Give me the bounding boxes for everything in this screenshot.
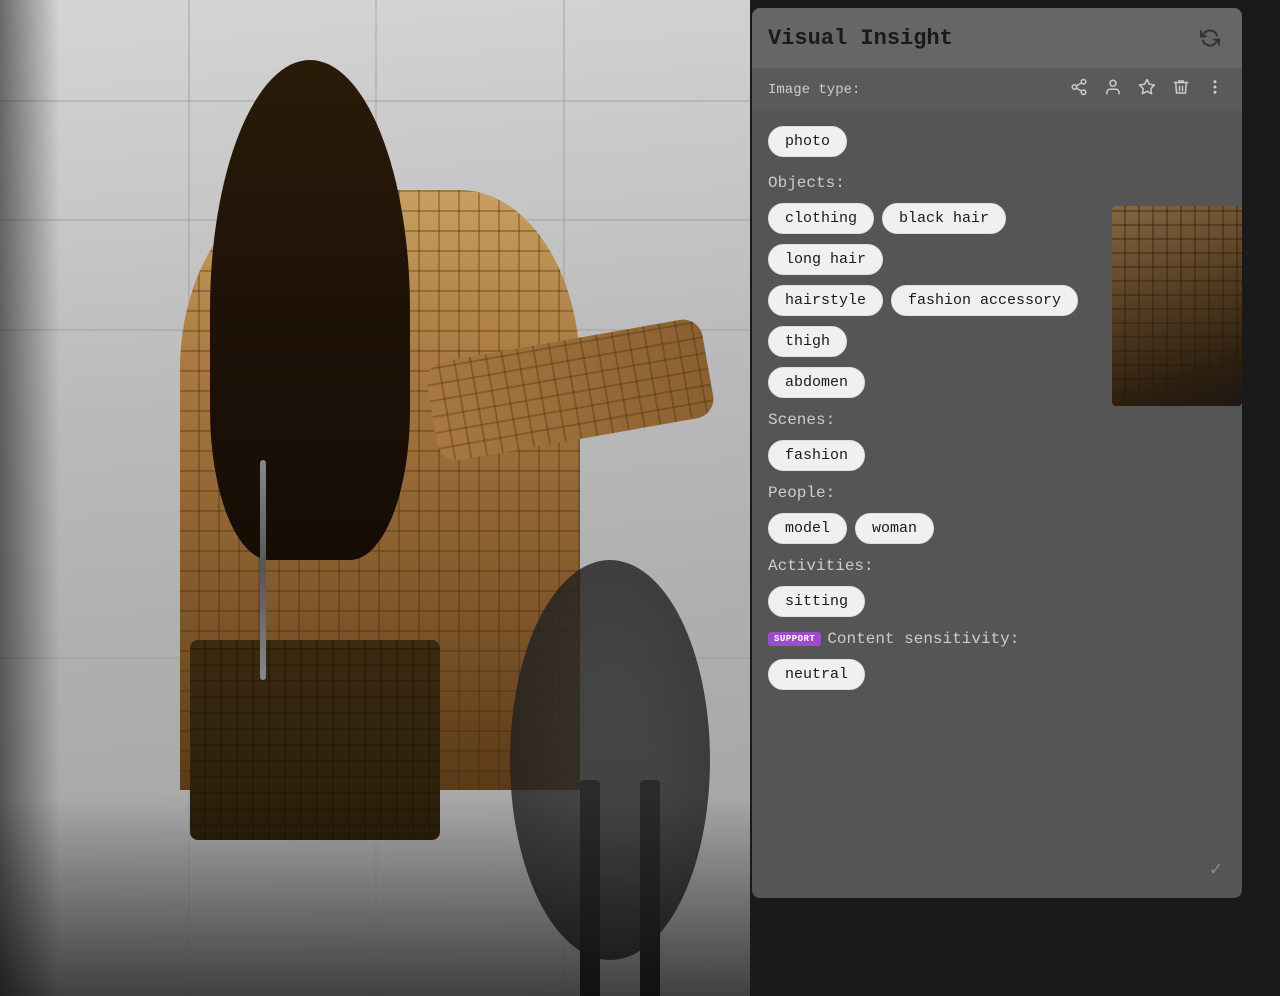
thumbnail-preview [1112, 206, 1242, 406]
people-tag-model[interactable]: model [768, 513, 847, 544]
people-tags-row: model woman [768, 510, 1092, 547]
sensitivity-tags-row: neutral [768, 656, 1092, 693]
objects-tags-row1: clothing black hair long hair [768, 200, 1092, 278]
checkmark-icon: ✓ [1210, 859, 1222, 882]
left-shadow [0, 0, 60, 996]
object-tag-hairstyle[interactable]: hairstyle [768, 285, 883, 316]
image-type-tag[interactable]: photo [768, 126, 847, 157]
support-badge: SUPPORT [768, 632, 821, 646]
thumbnail-image [1112, 206, 1242, 406]
scenes-label: Scenes: [768, 411, 1092, 429]
sensitivity-tag-neutral[interactable]: neutral [768, 659, 865, 690]
object-tag-fashion-accessory[interactable]: fashion accessory [891, 285, 1078, 316]
sensitivity-section: SUPPORT Content sensitivity: neutral [768, 630, 1092, 693]
activity-tag-sitting[interactable]: sitting [768, 586, 865, 617]
image-type-label: Image type: [768, 82, 860, 98]
scenes-section: Scenes: fashion [768, 411, 1092, 474]
star-icon[interactable] [1136, 76, 1158, 103]
objects-section: Objects: clothing black hair long hair h… [768, 174, 1092, 401]
toolbar: Image type: [752, 68, 1242, 111]
people-tag-woman[interactable]: woman [855, 513, 934, 544]
activities-section: Activities: sitting [768, 557, 1092, 620]
delete-icon[interactable] [1170, 76, 1192, 103]
objects-tags-row3: abdomen [768, 364, 1092, 401]
people-section: People: model woman [768, 484, 1092, 547]
panel-title: Visual Insight [768, 26, 953, 51]
object-tag-clothing[interactable]: clothing [768, 203, 874, 234]
people-label: People: [768, 484, 1092, 502]
toolbar-icons [1068, 76, 1226, 103]
object-tag-long-hair[interactable]: long hair [768, 244, 883, 275]
scenes-tags-row: fashion [768, 437, 1092, 474]
sensitivity-label: Content sensitivity: [827, 630, 1019, 648]
objects-tags-row2: hairstyle fashion accessory thigh [768, 282, 1092, 360]
checkmark-area: ✓ [1210, 856, 1222, 882]
activities-label: Activities: [768, 557, 1092, 575]
object-tag-abdomen[interactable]: abdomen [768, 367, 865, 398]
object-tag-thigh[interactable]: thigh [768, 326, 847, 357]
image-type-container: photo [768, 123, 1092, 160]
refresh-icon [1200, 28, 1220, 48]
scene-tag-fashion[interactable]: fashion [768, 440, 865, 471]
title-bar: Visual Insight [752, 8, 1242, 68]
content-area: photo Objects: clothing black hair long … [752, 111, 1242, 709]
hair [210, 60, 410, 560]
refresh-button[interactable] [1194, 22, 1226, 54]
share-icon[interactable] [1068, 76, 1090, 103]
objects-label: Objects: [768, 174, 1092, 192]
bag-strap [260, 460, 266, 680]
bottom-fade [0, 796, 750, 996]
sensitivity-label-row: SUPPORT Content sensitivity: [768, 630, 1092, 648]
activities-tags-row: sitting [768, 583, 1092, 620]
person-icon[interactable] [1102, 76, 1124, 103]
main-photo [0, 0, 750, 996]
visual-insight-panel: Visual Insight Image type: [752, 8, 1242, 898]
more-icon[interactable] [1204, 76, 1226, 103]
object-tag-black-hair[interactable]: black hair [882, 203, 1006, 234]
